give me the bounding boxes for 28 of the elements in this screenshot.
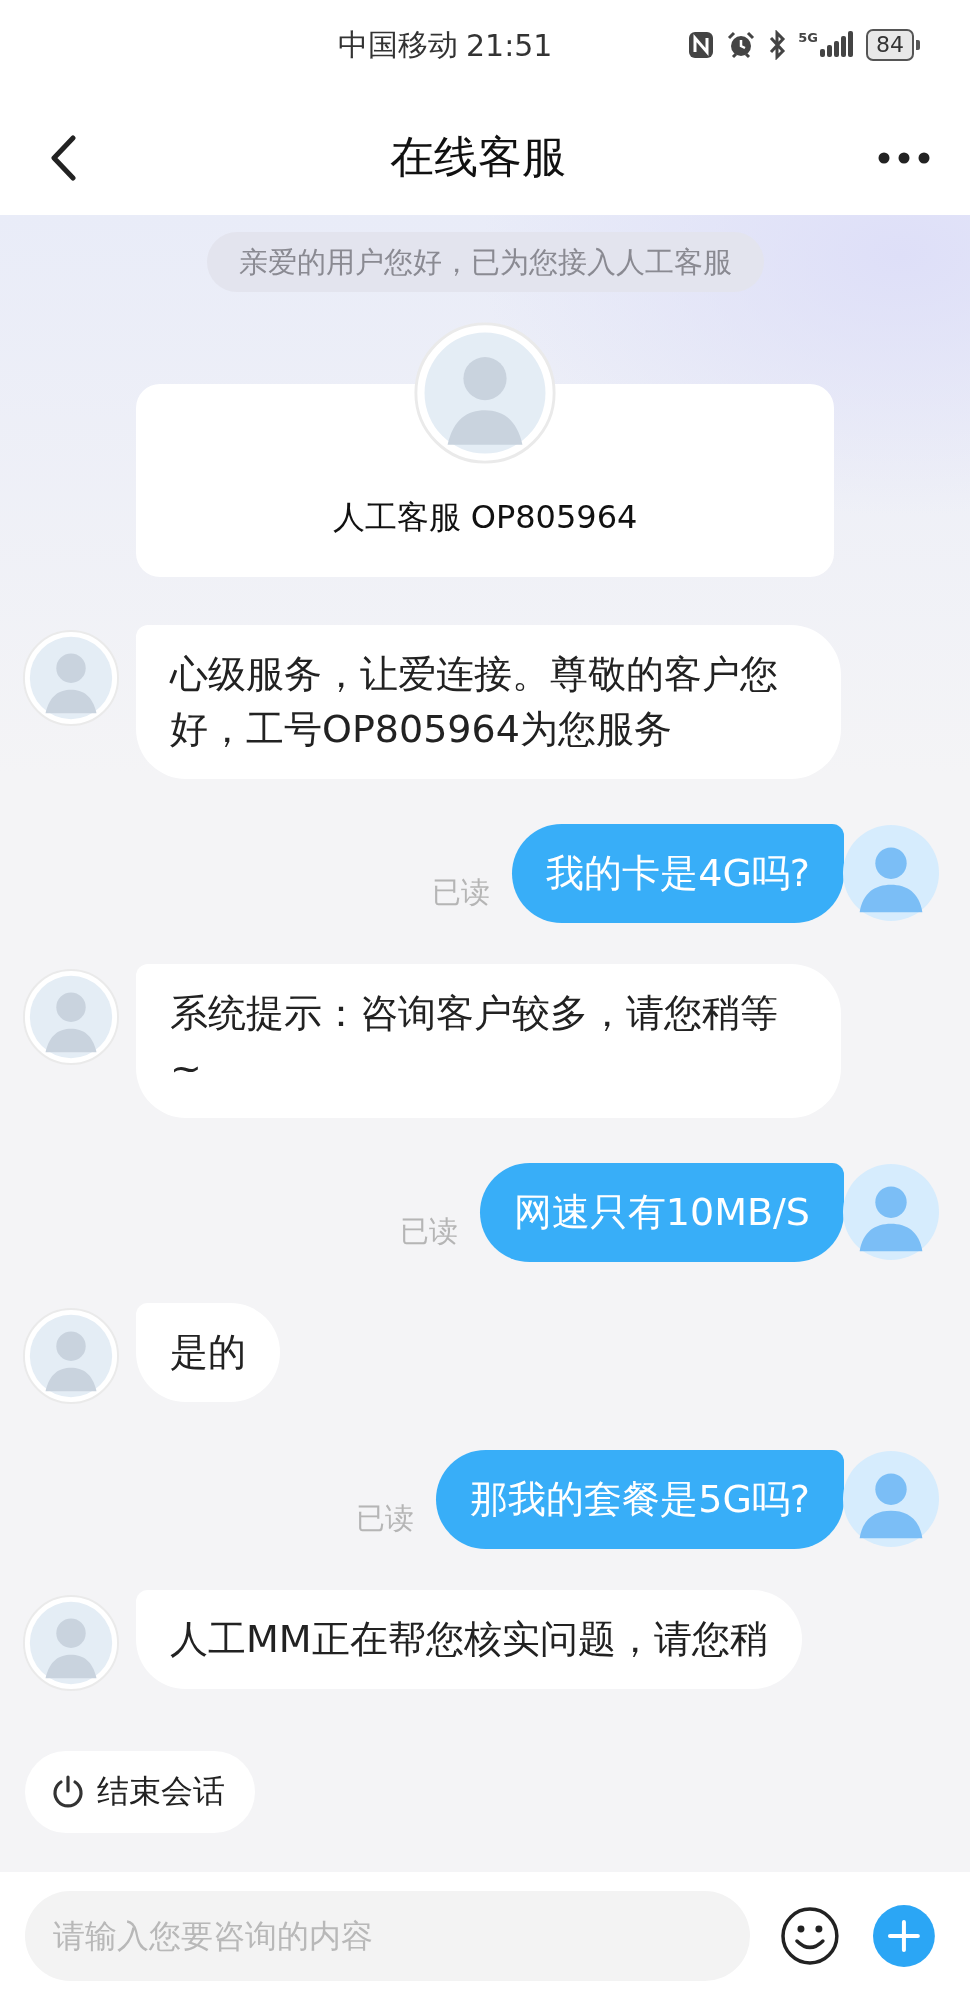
alarm-icon xyxy=(726,30,757,60)
power-icon xyxy=(51,1774,85,1810)
signal-icon xyxy=(820,31,854,59)
nfc-icon xyxy=(688,31,715,59)
back-icon[interactable] xyxy=(48,134,78,181)
clock-time: 21:51 xyxy=(466,27,553,63)
network-label: 5G xyxy=(798,31,818,44)
message-bubble: 系统提示：咨询客户较多，请您稍等~ xyxy=(136,964,841,1118)
battery-level: 84 xyxy=(866,29,914,61)
add-icon[interactable] xyxy=(873,1905,935,1967)
carrier-name: 中国移动 xyxy=(338,25,458,64)
message-bubble: 那我的套餐是5G吗? xyxy=(436,1450,844,1549)
message-input[interactable]: 请输入您要咨询的内容 xyxy=(25,1891,751,1981)
message-bubble: 是的 xyxy=(136,1303,280,1402)
agent-name: 人工客服 OP805964 xyxy=(331,497,639,537)
emoji-icon[interactable] xyxy=(780,1906,841,1966)
end-session-button[interactable]: 结束会话 xyxy=(25,1751,255,1833)
more-icon[interactable] xyxy=(878,151,930,164)
page-title: 在线客服 xyxy=(390,130,566,184)
message-bubble: 人工MM正在帮您核实问题，请您稍 xyxy=(136,1590,802,1689)
message-bubble: 网速只有10MB/S xyxy=(479,1163,844,1262)
read-receipt: 已读 xyxy=(356,1500,415,1537)
bluetooth-icon xyxy=(768,30,787,60)
message-bubble: 我的卡是4G吗? xyxy=(512,824,844,923)
read-receipt: 已读 xyxy=(399,1213,458,1250)
system-notice: 亲爱的用户您好，已为您接入人工客服 xyxy=(206,232,764,292)
message-bubble: 心级服务，让爱连接。尊敬的客户您好，工号OP805964为您服务 xyxy=(136,625,841,779)
read-receipt: 已读 xyxy=(432,874,491,911)
